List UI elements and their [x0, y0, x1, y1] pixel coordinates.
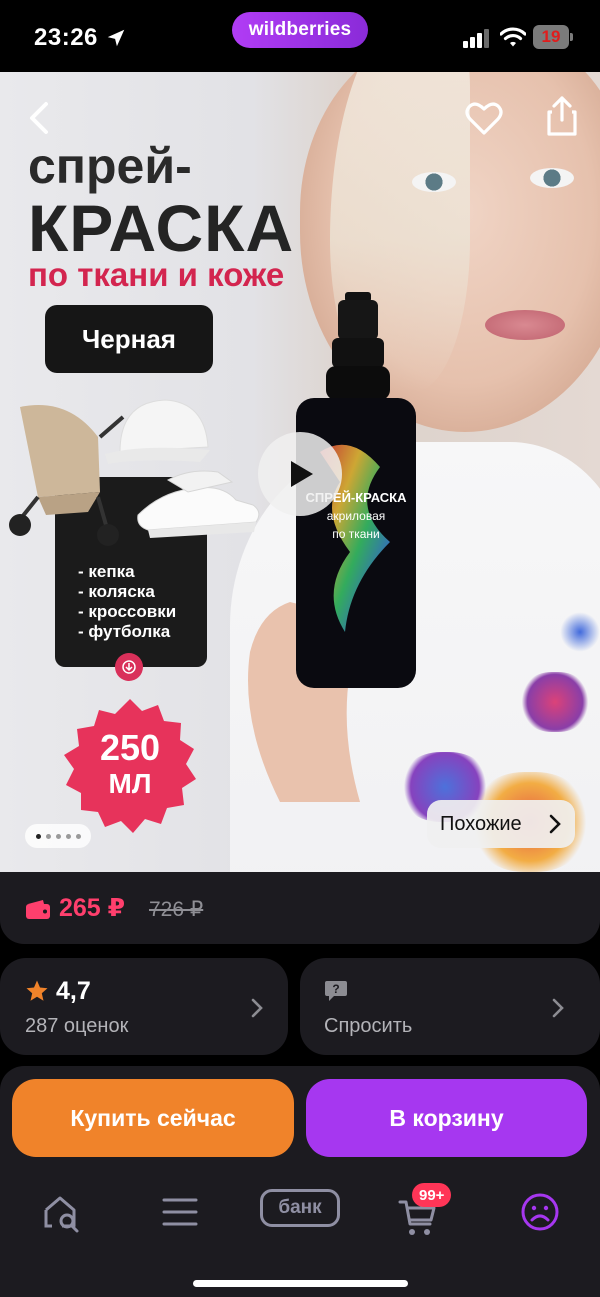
pager-dot	[35, 833, 41, 839]
promo-headline-main: КРАСКА	[28, 191, 295, 265]
ask-label: Спросить	[324, 1015, 413, 1037]
signal-icon	[463, 29, 489, 48]
volume-unit: МЛ	[108, 768, 152, 799]
image-pager[interactable]	[25, 824, 91, 848]
similar-label: Похожие	[440, 812, 522, 835]
paint-splash	[520, 672, 590, 732]
product-image[interactable]: спрей- КРАСКА по ткани и коже Черная кеп…	[0, 72, 600, 872]
similar-button[interactable]: Похожие	[427, 800, 575, 848]
add-to-cart-button[interactable]: В корзину	[306, 1079, 587, 1157]
play-icon	[291, 461, 313, 487]
ask-question-card[interactable]: ? Спросить	[300, 958, 600, 1055]
promo-subheadline: по ткани и коже	[28, 256, 285, 293]
wifi-icon	[500, 27, 526, 47]
chevron-right-icon	[549, 814, 561, 834]
model-eye-left	[412, 172, 456, 192]
menu-icon[interactable]	[158, 1190, 202, 1234]
model-eye-right	[530, 168, 574, 188]
volume-label: 250 МЛ	[60, 730, 200, 802]
pager-dot	[75, 833, 81, 839]
color-label: Черная	[45, 305, 213, 373]
location-arrow-icon	[107, 29, 125, 47]
buy-now-button[interactable]: Купить сейчас	[12, 1079, 294, 1157]
status-bar: 23:26 wildberries 19	[0, 0, 600, 72]
share-icon[interactable]	[540, 94, 584, 138]
brand-logo: wildberries	[232, 12, 368, 48]
volume-number: 250	[99, 727, 161, 768]
use-cases-list: кепка коляска кроссовки футболка	[78, 562, 176, 642]
svg-text:по ткани: по ткани	[332, 527, 380, 541]
pager-dot	[55, 833, 61, 839]
status-time: 23:26	[34, 24, 98, 51]
svg-text:акриловая: акриловая	[327, 509, 386, 523]
pager-dot	[65, 833, 71, 839]
cart-count-badge: 99+	[412, 1183, 452, 1207]
paint-splash	[560, 612, 600, 652]
rating-card[interactable]: 4,7 287 оценок	[0, 958, 288, 1055]
wallet-icon	[26, 900, 50, 919]
question-bubble-icon: ?	[325, 981, 347, 1001]
old-price: 726 ₽	[149, 898, 204, 921]
svg-text:?: ?	[332, 982, 339, 996]
bank-icon[interactable]: банк	[260, 1189, 340, 1227]
current-price: 265 ₽	[59, 894, 126, 922]
profile-icon[interactable]	[518, 1190, 562, 1234]
product-screen: 23:26 wildberries 19 спрей- КРАСКА по тк…	[0, 0, 600, 1297]
price-bar[interactable]: 265 ₽ 726 ₽	[0, 872, 600, 944]
chevron-right-icon	[251, 998, 263, 1018]
star-icon	[26, 980, 48, 1001]
model-lips	[485, 310, 565, 340]
promo-headline: спрей-	[28, 138, 192, 194]
battery-indicator: 19	[533, 25, 573, 49]
bottom-nav: банк 99+	[0, 1170, 600, 1297]
heart-icon[interactable]	[462, 96, 506, 140]
play-video-button[interactable]	[258, 432, 342, 516]
use-case-item: футболка	[78, 622, 176, 642]
back-icon[interactable]	[20, 98, 60, 138]
use-case-item: коляска	[78, 582, 176, 602]
home-search-icon[interactable]	[40, 1190, 84, 1234]
pager-dot	[45, 833, 51, 839]
rating-value: 4,7	[56, 977, 91, 1005]
use-case-item: кепка	[78, 562, 176, 582]
use-case-item: кроссовки	[78, 602, 176, 622]
purchase-actions: Купить сейчас В корзину	[0, 1066, 600, 1170]
download-badge-icon	[115, 653, 143, 681]
chevron-right-icon	[552, 998, 564, 1018]
home-indicator	[193, 1280, 408, 1287]
rating-count: 287 оценок	[25, 1015, 129, 1037]
